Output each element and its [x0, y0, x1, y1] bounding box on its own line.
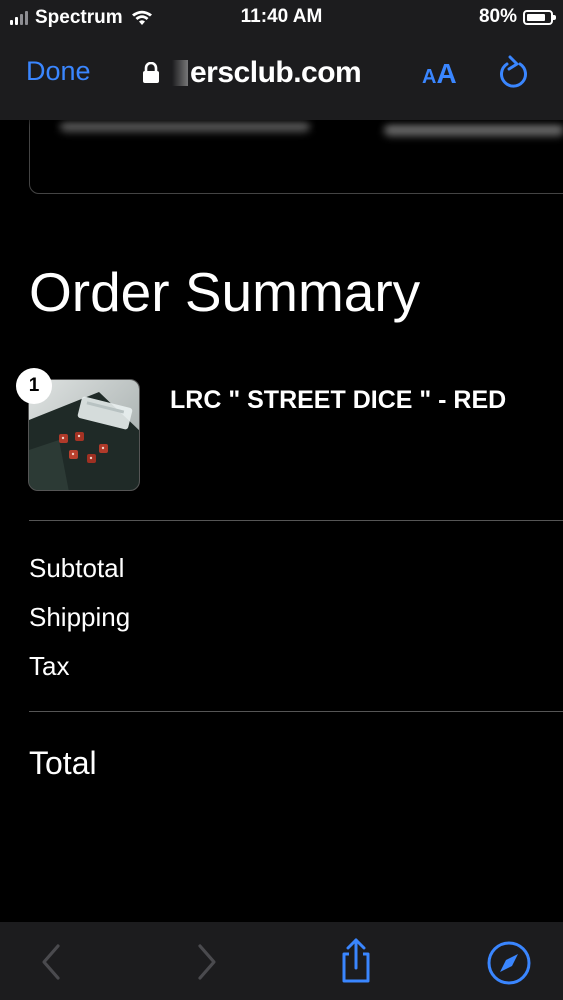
- status-right: 80%: [478, 6, 556, 28]
- status-bar: Spectrum 11:40 AM 80%: [0, 0, 563, 38]
- text-size-small: A: [422, 66, 437, 88]
- battery-icon: [523, 9, 556, 25]
- text-size-big: A: [436, 58, 457, 89]
- battery-percent: 80%: [478, 6, 517, 27]
- tax-label: Tax: [29, 651, 70, 681]
- done-button[interactable]: Done: [26, 56, 91, 87]
- lock-icon: [143, 62, 159, 83]
- address-text: ersclub.com: [190, 56, 362, 89]
- reload-icon[interactable]: [497, 54, 531, 92]
- url-bar: Done ersclub.com AA: [0, 44, 563, 104]
- browser-toolbar: [0, 922, 563, 1000]
- divider: [29, 520, 563, 521]
- compass-icon[interactable]: [486, 940, 532, 986]
- browser-page: Order Summary 1 LRC " STREET DICE " - RE…: [0, 0, 563, 1000]
- item-name: LRC " STREET DICE " - RED: [170, 386, 507, 414]
- text-size-button[interactable]: AA: [422, 58, 457, 90]
- order-summary-title: Order Summary: [29, 261, 421, 323]
- checkout-content: Order Summary 1 LRC " STREET DICE " - RE…: [0, 0, 563, 920]
- back-icon[interactable]: [32, 942, 72, 982]
- item-quantity-badge: 1: [16, 368, 52, 404]
- blurred-text: [384, 124, 563, 136]
- total-label: Total: [29, 745, 97, 781]
- address-field[interactable]: ersclub.com: [142, 56, 362, 90]
- subtotal-label: Subtotal: [29, 553, 125, 583]
- forward-icon[interactable]: [186, 942, 226, 982]
- address-fade: [172, 60, 188, 86]
- blurred-text: [60, 120, 310, 132]
- browser-top-bar: Spectrum 11:40 AM 80% Done ersclub.com A…: [0, 0, 563, 120]
- shipping-label: Shipping: [29, 602, 131, 632]
- divider: [29, 711, 563, 712]
- share-icon[interactable]: [336, 938, 376, 984]
